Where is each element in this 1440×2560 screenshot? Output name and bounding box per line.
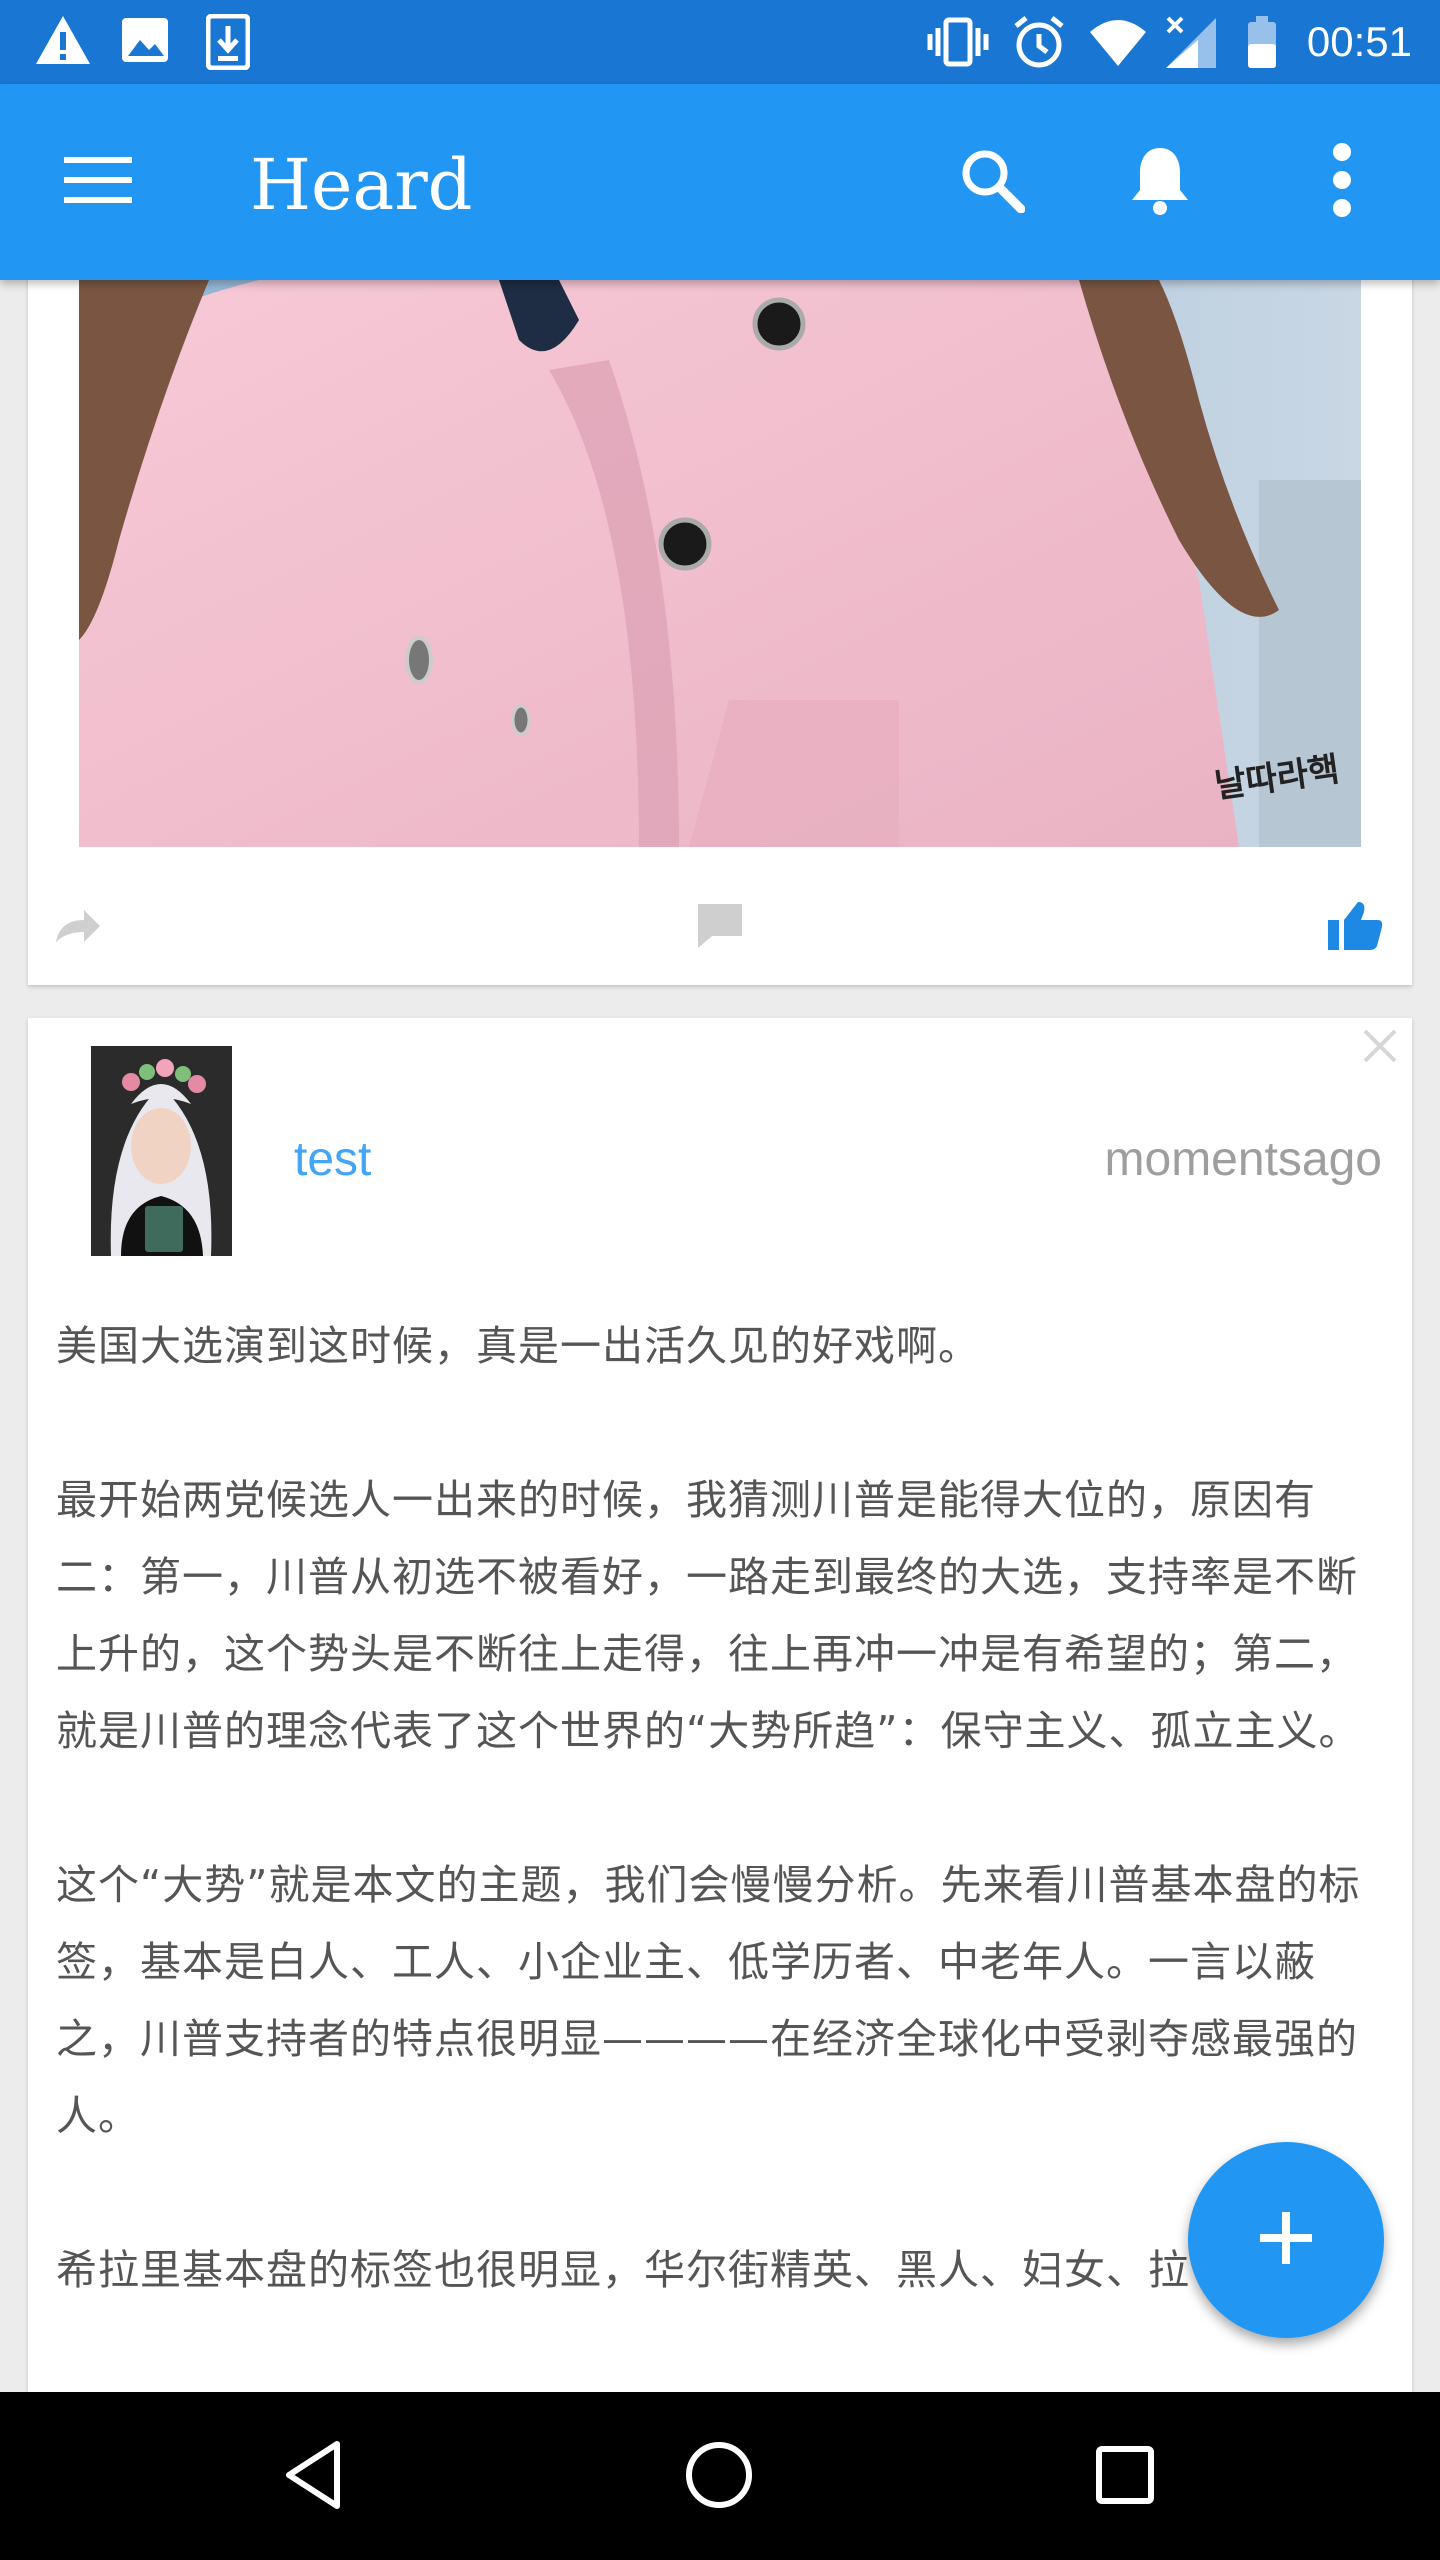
status-bar: 00:51 — [0, 0, 1440, 84]
comment-icon — [694, 904, 746, 956]
close-icon — [1362, 1029, 1398, 1068]
add-icon — [1258, 2210, 1314, 2270]
back-icon — [283, 2440, 343, 2514]
download-icon — [205, 13, 251, 74]
post-paragraph: 这个“大势”就是本文的主题，我们会慢慢分析。先来看川普基本盘的标签，基本是白人、… — [56, 1861, 1361, 2140]
back-button[interactable] — [270, 2434, 356, 2520]
post-username[interactable]: test — [294, 1128, 371, 1192]
home-icon — [684, 2440, 754, 2514]
image-icon — [120, 14, 170, 70]
post-image[interactable]: 날따라핵 — [79, 280, 1361, 847]
navigation-bar — [0, 2392, 1440, 2560]
menu-icon — [64, 155, 132, 209]
like-button[interactable] — [1326, 900, 1386, 956]
search-icon — [959, 147, 1026, 217]
comment-button[interactable] — [694, 900, 750, 956]
recents-button[interactable] — [1082, 2434, 1168, 2520]
battery-icon — [1246, 14, 1278, 74]
share-icon — [54, 910, 102, 950]
recents-icon — [1095, 2445, 1155, 2509]
app-title: Heard — [250, 144, 473, 226]
app-bar: Heard — [0, 84, 1440, 280]
post-timestamp: momentsago — [1104, 1133, 1382, 1186]
post-paragraph: 美国大选演到这时候，真是一出活久见的好戏啊。 — [56, 1322, 980, 1370]
alarm-icon — [1010, 14, 1068, 74]
signal-icon — [1164, 14, 1218, 74]
share-button[interactable] — [54, 906, 110, 962]
wifi-icon — [1088, 14, 1148, 74]
search-button[interactable] — [940, 130, 1044, 234]
home-button[interactable] — [676, 2434, 762, 2520]
vibrate-icon — [926, 14, 990, 74]
post-card: 날따라핵 — [28, 200, 1412, 985]
avatar[interactable] — [91, 1046, 232, 1256]
new-post-button[interactable] — [1188, 2142, 1384, 2338]
warning-icon — [34, 14, 92, 70]
more-vert-icon — [1332, 142, 1352, 222]
like-icon — [1326, 902, 1384, 956]
more-options-button[interactable] — [1290, 130, 1394, 234]
status-time: 00:51 — [1306, 18, 1412, 65]
post-paragraph: 最开始两党候选人一出来的时候，我猜测川普是能得大位的，原因有二：第一，川普从初选… — [56, 1476, 1361, 1755]
dismiss-button[interactable] — [1362, 1028, 1402, 1068]
menu-button[interactable] — [46, 130, 150, 234]
notifications-button[interactable] — [1108, 130, 1212, 234]
notifications-icon — [1129, 144, 1191, 220]
